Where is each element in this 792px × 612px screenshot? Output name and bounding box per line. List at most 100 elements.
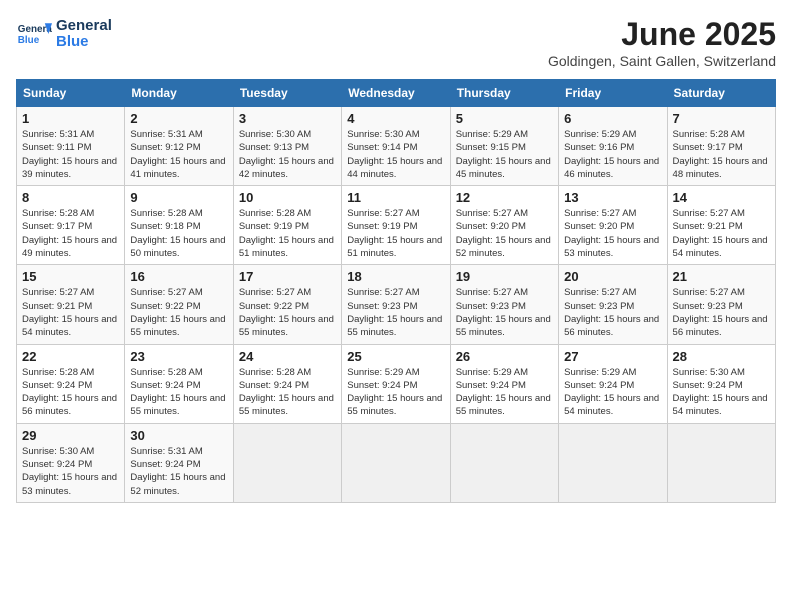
day-info: Sunrise: 5:27 AMSunset: 9:23 PMDaylight:… [564,287,659,338]
day-number: 28 [673,349,770,364]
calendar-cell: 21 Sunrise: 5:27 AMSunset: 9:23 PMDaylig… [667,265,775,344]
day-info: Sunrise: 5:29 AMSunset: 9:24 PMDaylight:… [456,367,551,418]
calendar-cell: 6 Sunrise: 5:29 AMSunset: 9:16 PMDayligh… [559,107,667,186]
header-tuesday: Tuesday [233,80,341,107]
day-number: 26 [456,349,553,364]
day-number: 29 [22,428,119,443]
day-info: Sunrise: 5:28 AMSunset: 9:18 PMDaylight:… [130,208,225,259]
day-info: Sunrise: 5:27 AMSunset: 9:20 PMDaylight:… [564,208,659,259]
day-info: Sunrise: 5:30 AMSunset: 9:14 PMDaylight:… [347,129,442,180]
calendar-cell [450,423,558,502]
calendar-cell: 8 Sunrise: 5:28 AMSunset: 9:17 PMDayligh… [17,186,125,265]
logo-text-general: General [56,18,112,35]
day-info: Sunrise: 5:27 AMSunset: 9:22 PMDaylight:… [239,287,334,338]
day-number: 5 [456,111,553,126]
calendar-cell: 12 Sunrise: 5:27 AMSunset: 9:20 PMDaylig… [450,186,558,265]
calendar-cell: 9 Sunrise: 5:28 AMSunset: 9:18 PMDayligh… [125,186,233,265]
calendar-cell [342,423,450,502]
day-number: 20 [564,269,661,284]
calendar-cell: 26 Sunrise: 5:29 AMSunset: 9:24 PMDaylig… [450,344,558,423]
calendar-cell [667,423,775,502]
day-number: 14 [673,190,770,205]
calendar-cell: 19 Sunrise: 5:27 AMSunset: 9:23 PMDaylig… [450,265,558,344]
calendar-cell: 15 Sunrise: 5:27 AMSunset: 9:21 PMDaylig… [17,265,125,344]
day-info: Sunrise: 5:30 AMSunset: 9:24 PMDaylight:… [673,367,768,418]
logo: General Blue General Blue [16,16,112,52]
calendar-cell: 28 Sunrise: 5:30 AMSunset: 9:24 PMDaylig… [667,344,775,423]
calendar-cell: 7 Sunrise: 5:28 AMSunset: 9:17 PMDayligh… [667,107,775,186]
day-number: 27 [564,349,661,364]
header-saturday: Saturday [667,80,775,107]
calendar-cell: 16 Sunrise: 5:27 AMSunset: 9:22 PMDaylig… [125,265,233,344]
day-number: 19 [456,269,553,284]
day-info: Sunrise: 5:27 AMSunset: 9:23 PMDaylight:… [347,287,442,338]
calendar-cell: 29 Sunrise: 5:30 AMSunset: 9:24 PMDaylig… [17,423,125,502]
calendar-cell: 25 Sunrise: 5:29 AMSunset: 9:24 PMDaylig… [342,344,450,423]
calendar-cell: 18 Sunrise: 5:27 AMSunset: 9:23 PMDaylig… [342,265,450,344]
day-info: Sunrise: 5:29 AMSunset: 9:15 PMDaylight:… [456,129,551,180]
day-info: Sunrise: 5:28 AMSunset: 9:24 PMDaylight:… [22,367,117,418]
month-title: June 2025 [548,16,776,53]
day-number: 2 [130,111,227,126]
day-number: 21 [673,269,770,284]
day-number: 1 [22,111,119,126]
day-number: 22 [22,349,119,364]
calendar-cell: 14 Sunrise: 5:27 AMSunset: 9:21 PMDaylig… [667,186,775,265]
day-info: Sunrise: 5:31 AMSunset: 9:12 PMDaylight:… [130,129,225,180]
day-number: 13 [564,190,661,205]
day-number: 16 [130,269,227,284]
calendar-cell: 13 Sunrise: 5:27 AMSunset: 9:20 PMDaylig… [559,186,667,265]
calendar-cell: 3 Sunrise: 5:30 AMSunset: 9:13 PMDayligh… [233,107,341,186]
calendar-table: SundayMondayTuesdayWednesdayThursdayFrid… [16,79,776,503]
calendar-cell: 4 Sunrise: 5:30 AMSunset: 9:14 PMDayligh… [342,107,450,186]
day-number: 6 [564,111,661,126]
day-info: Sunrise: 5:27 AMSunset: 9:23 PMDaylight:… [673,287,768,338]
day-number: 11 [347,190,444,205]
day-number: 3 [239,111,336,126]
header-friday: Friday [559,80,667,107]
day-number: 25 [347,349,444,364]
calendar-cell: 10 Sunrise: 5:28 AMSunset: 9:19 PMDaylig… [233,186,341,265]
day-info: Sunrise: 5:27 AMSunset: 9:21 PMDaylight:… [673,208,768,259]
logo-icon: General Blue [16,16,52,52]
calendar-cell: 5 Sunrise: 5:29 AMSunset: 9:15 PMDayligh… [450,107,558,186]
day-info: Sunrise: 5:27 AMSunset: 9:19 PMDaylight:… [347,208,442,259]
calendar-cell [233,423,341,502]
calendar-cell: 11 Sunrise: 5:27 AMSunset: 9:19 PMDaylig… [342,186,450,265]
logo-text-blue: Blue [56,34,112,51]
day-info: Sunrise: 5:28 AMSunset: 9:19 PMDaylight:… [239,208,334,259]
header-monday: Monday [125,80,233,107]
day-number: 12 [456,190,553,205]
location-title: Goldingen, Saint Gallen, Switzerland [548,53,776,69]
calendar-cell: 30 Sunrise: 5:31 AMSunset: 9:24 PMDaylig… [125,423,233,502]
day-info: Sunrise: 5:28 AMSunset: 9:24 PMDaylight:… [239,367,334,418]
day-info: Sunrise: 5:31 AMSunset: 9:24 PMDaylight:… [130,446,225,497]
calendar-cell: 20 Sunrise: 5:27 AMSunset: 9:23 PMDaylig… [559,265,667,344]
day-number: 15 [22,269,119,284]
day-info: Sunrise: 5:29 AMSunset: 9:24 PMDaylight:… [347,367,442,418]
calendar-cell: 22 Sunrise: 5:28 AMSunset: 9:24 PMDaylig… [17,344,125,423]
day-info: Sunrise: 5:31 AMSunset: 9:11 PMDaylight:… [22,129,117,180]
day-number: 9 [130,190,227,205]
header-thursday: Thursday [450,80,558,107]
day-info: Sunrise: 5:29 AMSunset: 9:24 PMDaylight:… [564,367,659,418]
day-info: Sunrise: 5:27 AMSunset: 9:21 PMDaylight:… [22,287,117,338]
day-number: 10 [239,190,336,205]
day-number: 18 [347,269,444,284]
day-info: Sunrise: 5:28 AMSunset: 9:17 PMDaylight:… [673,129,768,180]
header-wednesday: Wednesday [342,80,450,107]
svg-text:Blue: Blue [18,35,40,46]
day-number: 30 [130,428,227,443]
header-sunday: Sunday [17,80,125,107]
day-number: 8 [22,190,119,205]
calendar-cell: 1 Sunrise: 5:31 AMSunset: 9:11 PMDayligh… [17,107,125,186]
page-header: General Blue General Blue June 2025 Gold… [16,16,776,69]
day-number: 17 [239,269,336,284]
day-info: Sunrise: 5:30 AMSunset: 9:13 PMDaylight:… [239,129,334,180]
day-number: 24 [239,349,336,364]
calendar-cell [559,423,667,502]
title-area: June 2025 Goldingen, Saint Gallen, Switz… [548,16,776,69]
day-info: Sunrise: 5:27 AMSunset: 9:22 PMDaylight:… [130,287,225,338]
day-info: Sunrise: 5:28 AMSunset: 9:24 PMDaylight:… [130,367,225,418]
calendar-cell: 24 Sunrise: 5:28 AMSunset: 9:24 PMDaylig… [233,344,341,423]
